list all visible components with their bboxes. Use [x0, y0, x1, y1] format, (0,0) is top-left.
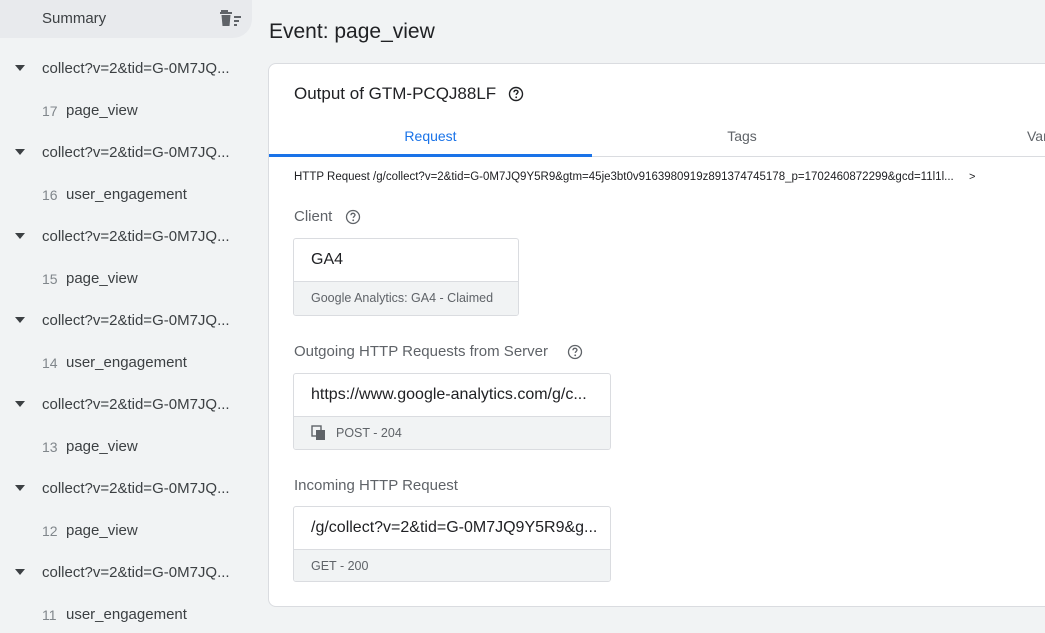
client-name: GA4: [311, 251, 344, 268]
request-item[interactable]: collect?v=2&tid=G-0M7JQ...: [0, 222, 252, 252]
tab-tags[interactable]: Tags: [592, 120, 892, 157]
caret-down-icon[interactable]: [15, 65, 25, 71]
event-item[interactable]: 13 page_view: [0, 432, 252, 462]
event-name: page_view: [66, 102, 138, 119]
http-request-line[interactable]: HTTP Request /g/collect?v=2&tid=G-0M7JQ9…: [294, 171, 954, 183]
caret-down-icon[interactable]: [15, 233, 25, 239]
event-item[interactable]: 11 user_engagement: [0, 600, 252, 630]
tab-bar: Request Tags Var: [269, 120, 1045, 157]
event-name: user_engagement: [66, 606, 187, 623]
active-tab-indicator: [269, 154, 592, 157]
event-number: 15: [42, 271, 58, 287]
event-number: 13: [42, 439, 58, 455]
incoming-status: GET - 200: [294, 549, 610, 581]
event-item[interactable]: 17 page_view: [0, 96, 252, 126]
incoming-url: /g/collect?v=2&tid=G-0M7JQ9Y5R9&g...: [311, 519, 598, 536]
request-item[interactable]: collect?v=2&tid=G-0M7JQ...: [0, 390, 252, 420]
request-label: collect?v=2&tid=G-0M7JQ...: [42, 564, 230, 581]
event-number: 16: [42, 187, 58, 203]
outgoing-url: https://www.google-analytics.com/g/c...: [311, 386, 587, 403]
client-box[interactable]: GA4 Google Analytics: GA4 - Claimed: [293, 238, 519, 316]
event-number: 17: [42, 103, 58, 119]
summary-item[interactable]: Summary: [0, 0, 252, 38]
caret-down-icon[interactable]: [15, 149, 25, 155]
event-number: 14: [42, 355, 58, 371]
outgoing-status: POST - 204: [336, 426, 402, 440]
request-label: collect?v=2&tid=G-0M7JQ...: [42, 396, 230, 413]
request-item[interactable]: collect?v=2&tid=G-0M7JQ...: [0, 54, 252, 84]
event-number: 12: [42, 523, 58, 539]
copy-icon: [311, 425, 325, 440]
tab-request[interactable]: Request: [269, 120, 592, 157]
event-item[interactable]: 12 page_view: [0, 516, 252, 546]
expand-arrow[interactable]: >: [969, 171, 975, 183]
help-icon[interactable]: [567, 344, 583, 360]
clear-all-icon[interactable]: [219, 8, 243, 28]
summary-label: Summary: [42, 10, 107, 27]
event-name: page_view: [66, 438, 138, 455]
request-label: collect?v=2&tid=G-0M7JQ...: [42, 480, 230, 497]
outgoing-request-box[interactable]: https://www.google-analytics.com/g/c... …: [293, 373, 611, 450]
event-number: 11: [42, 607, 57, 623]
event-name: user_engagement: [66, 354, 187, 371]
help-icon[interactable]: [345, 209, 361, 225]
caret-down-icon[interactable]: [15, 485, 25, 491]
incoming-request-box[interactable]: /g/collect?v=2&tid=G-0M7JQ9Y5R9&g... GET…: [293, 506, 611, 582]
outgoing-status-row: POST - 204: [294, 416, 610, 449]
incoming-label: Incoming HTTP Request: [294, 477, 458, 494]
caret-down-icon[interactable]: [15, 317, 25, 323]
request-item[interactable]: collect?v=2&tid=G-0M7JQ...: [0, 138, 252, 168]
card-title: Output of GTM-PCQJ88LF: [294, 84, 497, 103]
request-item[interactable]: collect?v=2&tid=G-0M7JQ...: [0, 306, 252, 336]
client-label: Client: [294, 208, 333, 225]
output-card: Output of GTM-PCQJ88LF Request Tags Var …: [268, 63, 1045, 607]
request-item[interactable]: collect?v=2&tid=G-0M7JQ...: [0, 558, 252, 588]
event-name: page_view: [66, 270, 138, 287]
request-label: collect?v=2&tid=G-0M7JQ...: [42, 144, 230, 161]
request-label: collect?v=2&tid=G-0M7JQ...: [42, 228, 230, 245]
client-status: Google Analytics: GA4 - Claimed: [294, 281, 518, 315]
event-name: page_view: [66, 522, 138, 539]
outgoing-label: Outgoing HTTP Requests from Server: [294, 343, 548, 360]
event-item[interactable]: 16 user_engagement: [0, 180, 252, 210]
event-item[interactable]: 15 page_view: [0, 264, 252, 294]
caret-down-icon[interactable]: [15, 401, 25, 407]
request-label: collect?v=2&tid=G-0M7JQ...: [42, 60, 230, 77]
event-item[interactable]: 14 user_engagement: [0, 348, 252, 378]
request-item[interactable]: collect?v=2&tid=G-0M7JQ...: [0, 474, 252, 504]
event-name: user_engagement: [66, 186, 187, 203]
sidebar: Summary collect?v=2&tid=G-0M7JQ... 17 pa…: [0, 0, 252, 633]
help-icon[interactable]: [508, 86, 524, 102]
tab-variables[interactable]: Var: [1027, 120, 1045, 157]
page-title: Event: page_view: [269, 20, 435, 43]
request-label: collect?v=2&tid=G-0M7JQ...: [42, 312, 230, 329]
caret-down-icon[interactable]: [15, 569, 25, 575]
